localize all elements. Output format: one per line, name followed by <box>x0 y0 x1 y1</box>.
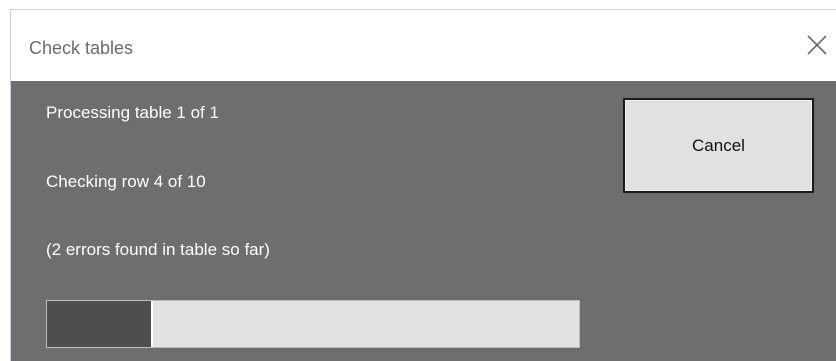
window-title: Check tables <box>29 38 134 58</box>
errors-found-text: (2 errors found in table so far) <box>46 240 270 259</box>
dialog-body: Processing table 1 of 1 Checking row 4 o… <box>11 81 836 361</box>
table-progress-text: Processing table 1 of 1 <box>46 103 219 122</box>
close-icon[interactable] <box>806 34 828 56</box>
progress-bar <box>46 300 580 348</box>
cancel-button[interactable]: Cancel <box>623 98 814 193</box>
check-tables-dialog: Check tables Processing table 1 of 1 Che… <box>10 9 836 361</box>
progress-bar-fill <box>47 301 154 347</box>
row-progress-text: Checking row 4 of 10 <box>46 172 206 191</box>
title-bar: Check tables <box>11 10 836 81</box>
